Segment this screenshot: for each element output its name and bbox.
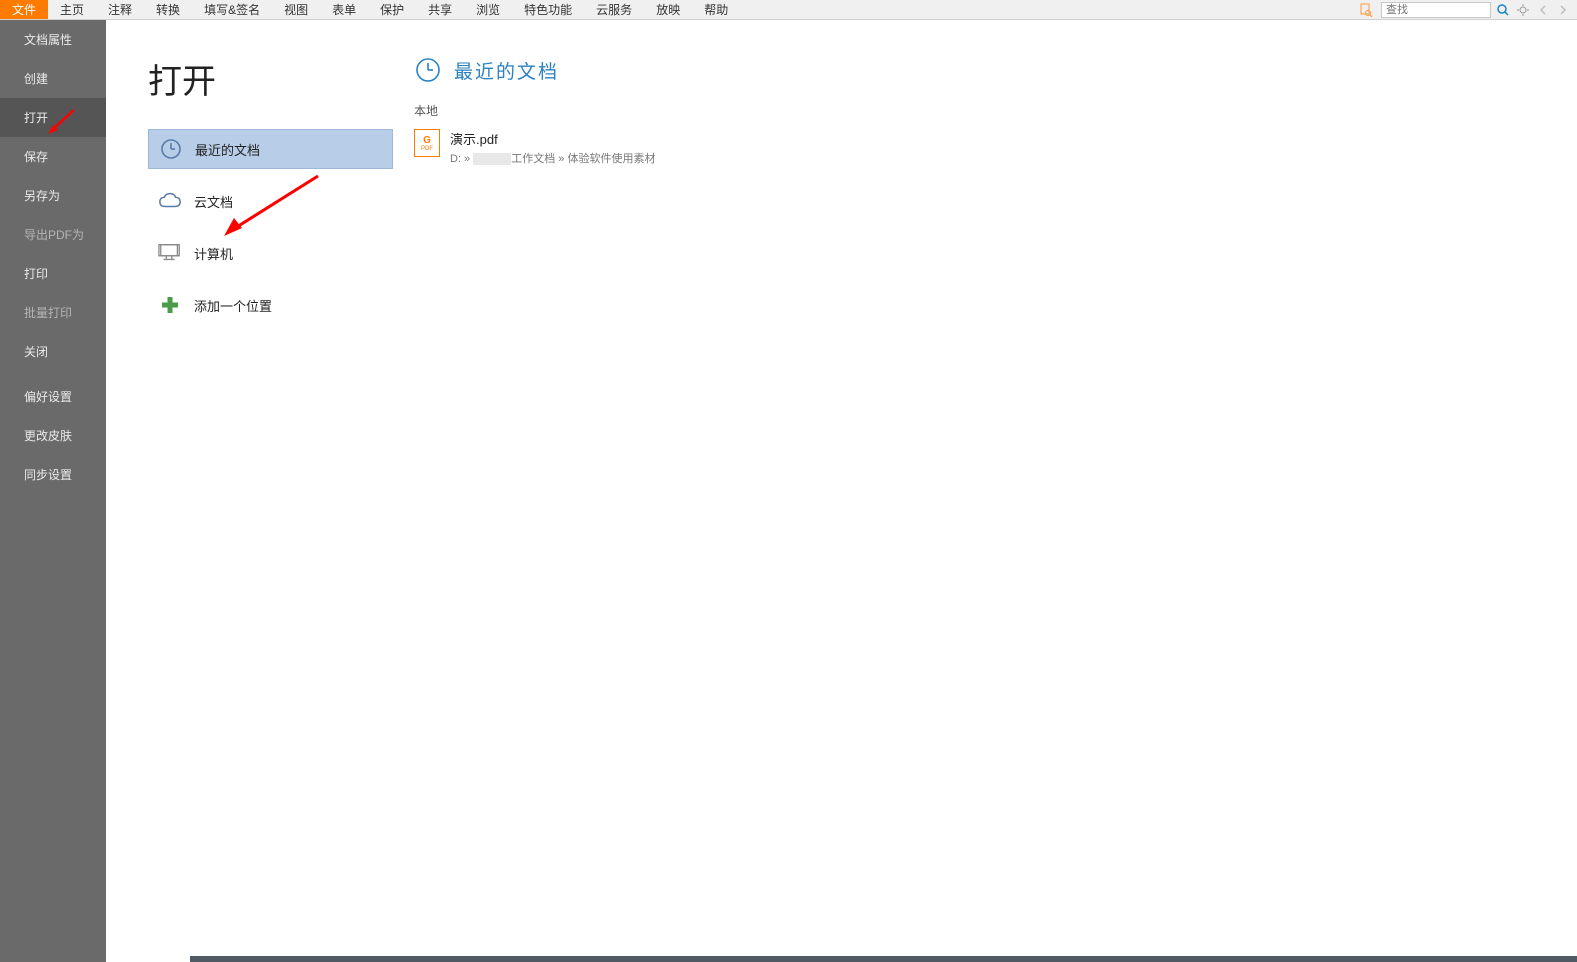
menubar-spacer [740, 0, 1355, 19]
open-option-clock[interactable]: 最近的文档 [148, 129, 393, 169]
sidebar-item-2[interactable]: 打开 [0, 98, 106, 137]
menu-tab-8[interactable]: 共享 [416, 0, 464, 19]
gear-icon[interactable] [1515, 2, 1531, 18]
doc-path: D: » xxxx工作文档 » 体验软件使用素材 [450, 150, 655, 166]
menu-tab-6[interactable]: 表单 [320, 0, 368, 19]
pdf-file-icon: GPDF [414, 129, 440, 157]
menu-tab-11[interactable]: 云服务 [584, 0, 644, 19]
sidebar-item-12[interactable]: 同步设置 [0, 455, 106, 494]
option-label: 最近的文档 [195, 140, 260, 159]
menu-tab-10[interactable]: 特色功能 [512, 0, 584, 19]
doc-name: 演示.pdf [450, 129, 655, 148]
option-label: 计算机 [194, 244, 233, 263]
open-option-cloud[interactable]: 云文档 [148, 181, 393, 221]
sidebar-item-3[interactable]: 保存 [0, 137, 106, 176]
sidebar-item-1[interactable]: 创建 [0, 59, 106, 98]
menu-tab-1[interactable]: 主页 [48, 0, 96, 19]
menubar-right [1355, 0, 1577, 19]
sidebar-item-8[interactable]: 关闭 [0, 332, 106, 371]
search-doc-icon[interactable] [1355, 3, 1377, 17]
sidebar-item-4[interactable]: 另存为 [0, 176, 106, 215]
sidebar-item-10[interactable]: 偏好设置 [0, 377, 106, 416]
cloud-icon [158, 189, 182, 213]
nav-back-icon[interactable] [1535, 2, 1551, 18]
file-sidebar: 文档属性创建打开保存另存为导出PDF为打印批量打印关闭偏好设置更改皮肤同步设置 [0, 20, 106, 962]
content-area: 最近的文档 本地 GPDF 演示.pdf D: » xxxx工作文档 » 体验软… [396, 20, 1577, 962]
bottom-bar [190, 956, 1577, 962]
search-go-icon[interactable] [1495, 2, 1511, 18]
section-label: 本地 [414, 102, 1577, 119]
option-label: 云文档 [194, 192, 233, 211]
menu-tab-7[interactable]: 保护 [368, 0, 416, 19]
content-title: 最近的文档 [454, 57, 559, 84]
menu-tab-0[interactable]: 文件 [0, 0, 48, 19]
panel-title: 打开 [148, 54, 396, 103]
doc-info: 演示.pdf D: » xxxx工作文档 » 体验软件使用素材 [450, 129, 655, 166]
computer-icon [158, 241, 182, 265]
sidebar-item-11[interactable]: 更改皮肤 [0, 416, 106, 455]
menu-tab-12[interactable]: 放映 [644, 0, 692, 19]
menu-tab-2[interactable]: 注释 [96, 0, 144, 19]
search-input[interactable] [1381, 2, 1491, 18]
menu-tab-5[interactable]: 视图 [272, 0, 320, 19]
open-option-plus[interactable]: 添加一个位置 [148, 285, 393, 325]
sidebar-item-5: 导出PDF为 [0, 215, 106, 254]
menu-tab-9[interactable]: 浏览 [464, 0, 512, 19]
menu-tab-4[interactable]: 填写&签名 [192, 0, 272, 19]
top-menubar: 文件主页注释转换填写&签名视图表单保护共享浏览特色功能云服务放映帮助 [0, 0, 1577, 20]
plus-icon [158, 293, 182, 317]
open-panel: 打开 最近的文档云文档计算机添加一个位置 [106, 20, 396, 962]
menu-tab-13[interactable]: 帮助 [692, 0, 740, 19]
option-label: 添加一个位置 [194, 296, 272, 315]
sidebar-item-6[interactable]: 打印 [0, 254, 106, 293]
recent-doc-row[interactable]: GPDF 演示.pdf D: » xxxx工作文档 » 体验软件使用素材 [414, 125, 1577, 170]
clock-icon [414, 56, 442, 84]
sidebar-item-0[interactable]: 文档属性 [0, 20, 106, 59]
content-header: 最近的文档 [414, 56, 1577, 84]
sidebar-item-7: 批量打印 [0, 293, 106, 332]
nav-forward-icon[interactable] [1555, 2, 1571, 18]
menu-tabs-container: 文件主页注释转换填写&签名视图表单保护共享浏览特色功能云服务放映帮助 [0, 0, 740, 19]
open-option-computer[interactable]: 计算机 [148, 233, 393, 273]
menu-tab-3[interactable]: 转换 [144, 0, 192, 19]
main-layout: 文档属性创建打开保存另存为导出PDF为打印批量打印关闭偏好设置更改皮肤同步设置 … [0, 20, 1577, 962]
clock-icon [159, 137, 183, 161]
